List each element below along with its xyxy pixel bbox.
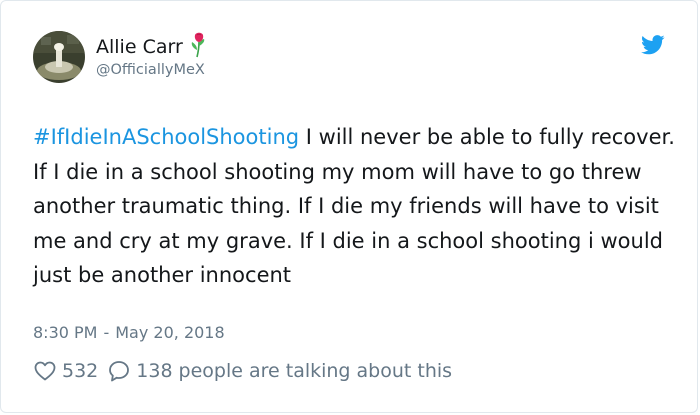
engagement-bar: 532 138 people are talking about this [34, 360, 462, 382]
reply-count: 138 [136, 360, 173, 382]
tweet-text: #IfIdieInASchoolShooting I will never be… [33, 120, 678, 293]
tweet-date: May 20, 2018 [115, 323, 225, 342]
tweet-time: 8:30 PM [33, 323, 98, 342]
like-button[interactable]: 532 [34, 360, 98, 382]
heart-icon [34, 361, 56, 381]
display-name-row[interactable]: Allie Carr [96, 32, 209, 58]
hashtag-link[interactable]: #IfIdieInASchoolShooting [33, 125, 299, 149]
timestamp[interactable]: 8:30 PM - May 20, 2018 [33, 323, 225, 342]
tweet-card: Allie Carr @OfficiallyMeX #IfIdieInAScho… [0, 0, 698, 413]
user-handle[interactable]: @OfficiallyMeX [96, 62, 205, 78]
reply-button[interactable]: 138 people are talking about this [108, 360, 452, 382]
avatar[interactable] [33, 31, 85, 83]
tweet-body: I will never be able to fully recover. I… [33, 125, 675, 287]
speech-bubble-icon [108, 360, 130, 382]
timestamp-separator: - [103, 323, 110, 342]
talking-label: people are talking about this [178, 360, 453, 382]
twitter-bird-icon[interactable] [641, 35, 665, 55]
rose-icon [189, 32, 209, 58]
display-name[interactable]: Allie Carr [96, 36, 183, 58]
like-count: 532 [62, 360, 99, 382]
